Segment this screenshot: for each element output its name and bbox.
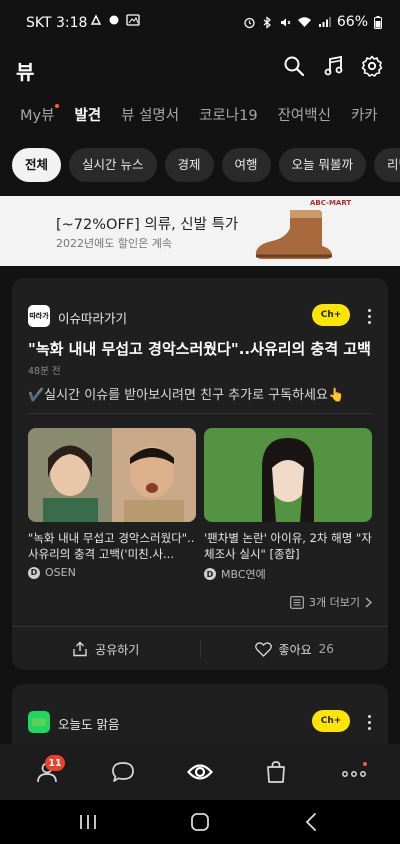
- share-button[interactable]: 공유하기: [12, 628, 200, 670]
- nav-view[interactable]: [185, 758, 215, 786]
- heart-icon: [254, 641, 272, 657]
- ad-title: [~72%OFF] 의류, 신발 특가: [56, 217, 239, 233]
- battery-percent: 66%: [336, 14, 368, 30]
- chevron-right-icon: [365, 597, 372, 607]
- source-name: OSEN: [45, 566, 76, 579]
- view-eye-icon: [187, 764, 213, 780]
- tab-label: 발견: [74, 108, 102, 124]
- chip-what-to-watch[interactable]: 오늘 뭐볼까: [278, 148, 367, 182]
- home-icon[interactable]: [189, 812, 211, 832]
- article-source[interactable]: D MBC연예: [204, 566, 266, 582]
- status-bar: SKT 3:18 66%: [0, 0, 400, 46]
- app-title: 뷰: [16, 60, 35, 84]
- more-dots-icon: [342, 762, 367, 777]
- subscribe-promo: ✔️실시간 이슈를 받아보시려면 친구 추가로 구독하세요👆: [28, 388, 345, 403]
- tab-leftover-vaccine[interactable]: 잔여백신: [278, 96, 331, 136]
- ad-banner[interactable]: [~72%OFF] 의류, 신발 특가 2022년에도 할인은 계속 ABC-M…: [0, 196, 400, 266]
- divider: [12, 626, 388, 627]
- daum-icon: D: [28, 566, 40, 579]
- tab-label: 코로나19: [199, 108, 258, 124]
- boot-image: [255, 210, 332, 259]
- chip-living[interactable]: 리빙: [374, 148, 400, 182]
- channel-name[interactable]: 오늘도 맑음: [58, 714, 119, 733]
- wifi-icon: [297, 17, 311, 27]
- like-count: 26: [318, 642, 334, 656]
- card-headline[interactable]: "녹화 내내 무섭고 경악스러웠다"..사유리의 충격 고백: [28, 338, 378, 359]
- tab-guide[interactable]: 뷰 설명서: [121, 96, 179, 136]
- tab-kakao[interactable]: 카카: [351, 96, 378, 136]
- gallery-icon: [126, 14, 140, 26]
- alarm-icon: [244, 17, 255, 28]
- article-thumbnail[interactable]: [28, 428, 196, 522]
- share-icon: [73, 641, 87, 657]
- tab-my-view[interactable]: My뷰: [20, 96, 60, 136]
- bottom-nav: 11: [0, 744, 400, 800]
- notification-badge: 11: [45, 755, 65, 771]
- channel-name[interactable]: 이슈따라가기: [58, 308, 127, 327]
- tab-label: 카카: [350, 108, 378, 124]
- daum-icon: D: [204, 568, 216, 580]
- gear-icon[interactable]: [360, 54, 386, 80]
- channel-logo: [28, 711, 50, 733]
- message-icon: [109, 15, 119, 25]
- tab-discover[interactable]: 발견: [74, 96, 101, 136]
- card-actions: 공유하기 좋아요 26: [12, 628, 388, 670]
- article-caption[interactable]: "녹화 내내 무섭고 경악스러웠다"..사유리의 충격 고백('미친.사...: [28, 530, 196, 562]
- article-thumbnail[interactable]: [204, 428, 372, 522]
- filter-chips: 전체 실시간 뉴스 경제 여행 오늘 뭐볼까 리빙: [0, 148, 400, 184]
- ad-subtitle: 2022년에도 할인은 계속: [56, 237, 172, 250]
- bluetooth-icon: [263, 15, 271, 29]
- article-source[interactable]: D OSEN: [28, 566, 76, 579]
- notification-icon: [90, 14, 102, 25]
- chip-all[interactable]: 전체: [12, 148, 62, 182]
- search-icon[interactable]: [282, 54, 308, 80]
- music-note-icon[interactable]: [322, 54, 348, 80]
- nav-shopping[interactable]: [261, 758, 291, 786]
- new-dot: [55, 104, 60, 108]
- like-button[interactable]: 좋아요 26: [201, 628, 389, 670]
- chip-economy[interactable]: 경제: [164, 148, 214, 182]
- more-options-icon[interactable]: [368, 309, 372, 324]
- tab-covid19[interactable]: 코로나19: [199, 96, 257, 136]
- recent-apps-icon[interactable]: [78, 813, 98, 831]
- nav-chats[interactable]: [108, 758, 138, 786]
- shopping-bag-icon: [267, 761, 285, 783]
- status-right: 66%: [243, 14, 382, 30]
- chat-bubble-icon: [112, 762, 134, 782]
- like-label: 좋아요: [278, 642, 312, 657]
- chip-realtime-news[interactable]: 실시간 뉴스: [69, 148, 157, 182]
- source-name: MBC연예: [221, 568, 266, 581]
- status-notification-icons: [90, 14, 140, 26]
- back-icon[interactable]: [304, 812, 318, 832]
- tab-label: 잔여백신: [277, 108, 331, 124]
- divider: [28, 413, 372, 414]
- nav-more[interactable]: [339, 758, 369, 786]
- chip-travel[interactable]: 여행: [221, 148, 271, 182]
- mute-icon: [280, 18, 291, 26]
- status-carrier-time: SKT 3:18: [26, 15, 88, 31]
- post-time: 48분 전: [28, 366, 61, 377]
- battery-icon: [374, 15, 382, 29]
- system-nav-bar: [0, 800, 400, 844]
- share-label: 공유하기: [95, 642, 140, 657]
- category-tabs: My뷰 발견 뷰 설명서 코로나19 잔여백신 카카: [0, 96, 400, 136]
- tab-label: My뷰: [20, 108, 55, 124]
- channel-plus-button[interactable]: Ch+: [312, 304, 350, 326]
- list-icon: [290, 595, 304, 609]
- tab-label: 뷰 설명서: [121, 108, 180, 124]
- news-card: 따라가 이슈따라가기 Ch+ "녹화 내내 무섭고 경악스러웠다"..사유리의 …: [12, 278, 388, 670]
- article-caption[interactable]: '팬차별 논란' 아이유, 2차 해명 "자체조사 실시" [종합]: [204, 530, 372, 562]
- more-label: 3개 더보기: [309, 596, 360, 609]
- signal-icon: [318, 17, 331, 27]
- more-options-icon[interactable]: [368, 715, 372, 730]
- more-articles-link[interactable]: 3개 더보기: [290, 594, 372, 610]
- channel-plus-button[interactable]: Ch+: [312, 710, 350, 732]
- channel-logo: 따라가: [28, 305, 50, 327]
